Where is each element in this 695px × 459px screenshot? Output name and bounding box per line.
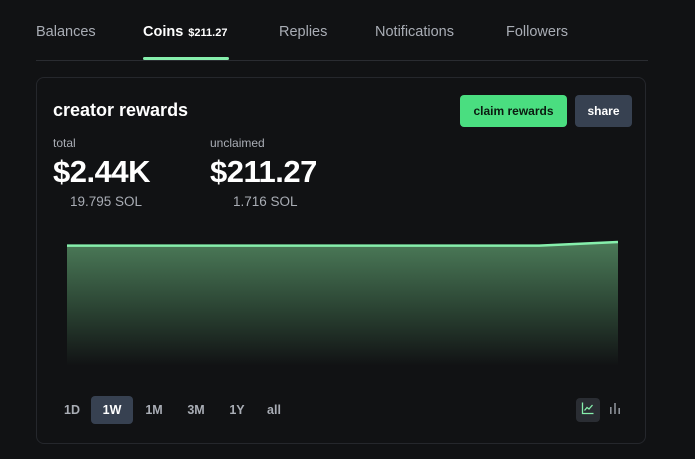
unclaimed-value: $211.27	[210, 154, 317, 189]
range-1d[interactable]: 1D	[57, 396, 87, 424]
total-sol: 19.795 SOL	[70, 194, 143, 209]
card-title: creator rewards	[53, 100, 189, 120]
tab-notifications[interactable]: Notifications	[375, 24, 454, 40]
tab-balances-label: Balances	[36, 24, 96, 40]
range-3m[interactable]: 3M	[177, 396, 215, 424]
tab-notifications-label: Notifications	[375, 24, 454, 40]
bar-chart-icon	[608, 401, 622, 420]
tab-bar: Balances Coins $211.27 Replies Notificati…	[36, 0, 648, 61]
tab-replies-label: Replies	[279, 24, 328, 40]
tab-balances[interactable]: Balances	[36, 24, 96, 40]
range-all[interactable]: all	[259, 396, 289, 424]
share-button[interactable]: share	[575, 95, 632, 127]
range-1y[interactable]: 1Y	[221, 396, 253, 424]
active-tab-indicator	[143, 57, 229, 60]
range-1w[interactable]: 1W	[91, 396, 133, 424]
unclaimed-sol: 1.716 SOL	[233, 194, 298, 209]
bar-chart-view-button[interactable]	[603, 398, 627, 422]
tab-followers[interactable]: Followers	[506, 24, 568, 40]
tab-coins-label: Coins	[143, 24, 184, 40]
line-chart-view-button[interactable]	[576, 398, 600, 422]
unclaimed-label: unclaimed	[210, 136, 265, 150]
total-value: $2.44K	[53, 154, 150, 189]
tab-replies[interactable]: Replies	[279, 24, 327, 40]
line-chart-icon	[581, 401, 595, 420]
chart-series-line	[67, 240, 619, 247]
claim-rewards-button[interactable]: claim rewards	[460, 95, 567, 127]
total-label: total	[53, 136, 76, 150]
chart-area-fill	[67, 242, 618, 366]
creator-rewards-card: creator rewards claim rewards share tota…	[36, 77, 646, 444]
tab-coins-badge: $211.27	[188, 27, 228, 39]
rewards-area-chart	[67, 240, 619, 366]
range-1m[interactable]: 1M	[137, 396, 171, 424]
tab-coins[interactable]: Coins $211.27	[143, 24, 227, 40]
tab-followers-label: Followers	[506, 24, 569, 40]
